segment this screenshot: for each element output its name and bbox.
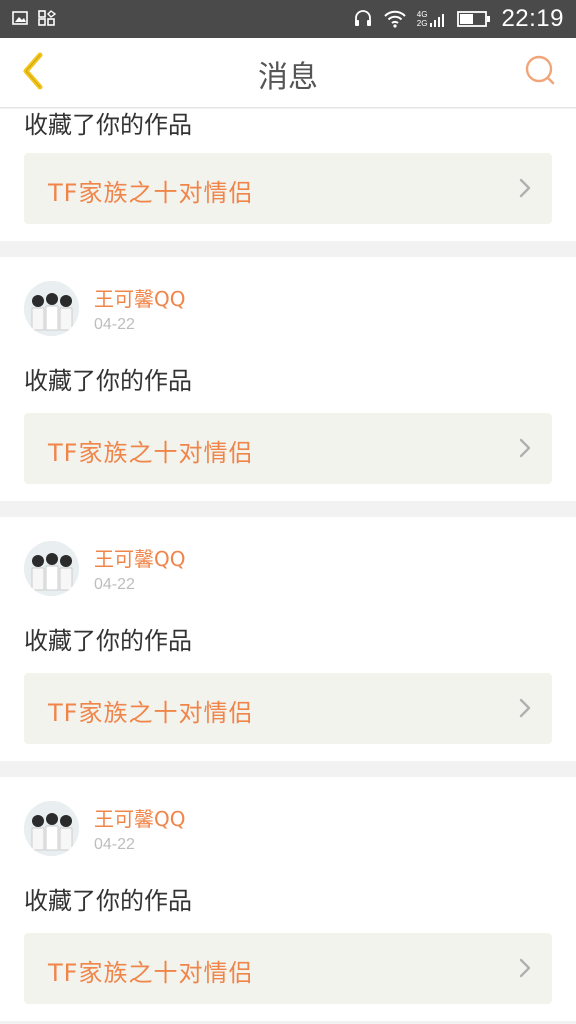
action-text: 收藏了你的作品 <box>24 627 192 655</box>
signal-icon: 4G 2G <box>417 10 448 28</box>
user-name[interactable]: 王可馨QQ <box>94 543 185 572</box>
chevron-right-icon <box>518 177 532 203</box>
page-title: 消息 <box>258 60 318 95</box>
battery-icon <box>457 10 491 28</box>
work-link[interactable]: TF家族之十对情侣 <box>24 673 552 744</box>
user-name[interactable]: 王可馨QQ <box>94 283 185 312</box>
image-icon <box>12 11 28 25</box>
chevron-right-icon <box>518 697 532 723</box>
avatar[interactable] <box>24 541 79 596</box>
apps-icon <box>38 10 56 26</box>
timestamp: 04-22 <box>94 836 135 853</box>
headphones-icon <box>353 9 373 29</box>
work-link[interactable]: TF家族之十对情侣 <box>24 153 552 224</box>
search-icon <box>524 54 556 90</box>
network-top-label: 4G <box>416 10 428 19</box>
work-link[interactable]: TF家族之十对情侣 <box>24 413 552 484</box>
chevron-right-icon <box>518 437 532 463</box>
work-title: TF家族之十对情侣 <box>48 699 254 727</box>
avatar[interactable] <box>24 801 79 856</box>
status-bar: 4G 2G 22:19 <box>0 0 576 38</box>
action-text: 收藏了你的作品 <box>24 887 192 915</box>
work-title: TF家族之十对情侣 <box>48 439 254 467</box>
app-header: 消息 <box>0 38 576 108</box>
user-name[interactable]: 王可馨QQ <box>94 803 185 832</box>
notification-card: 王可馨QQ 04-22 收藏了你的作品 TF家族之十对情侣 <box>0 777 576 1021</box>
notification-card: 收藏了你的作品 TF家族之十对情侣 <box>0 109 576 241</box>
notification-card: 王可馨QQ 04-22 收藏了你的作品 TF家族之十对情侣 <box>0 517 576 761</box>
network-bottom-label: 2G <box>416 19 428 28</box>
work-title: TF家族之十对情侣 <box>48 959 254 987</box>
timestamp: 04-22 <box>94 576 135 593</box>
chevron-right-icon <box>518 957 532 983</box>
notification-card: 王可馨QQ 04-22 收藏了你的作品 TF家族之十对情侣 <box>0 257 576 501</box>
search-button[interactable] <box>520 52 560 92</box>
clock: 22:19 <box>501 5 564 32</box>
avatar[interactable] <box>24 281 79 336</box>
timestamp: 04-22 <box>94 316 135 333</box>
notification-feed[interactable]: 收藏了你的作品 TF家族之十对情侣 王可馨QQ 04-22 收藏了你的作品 TF… <box>0 109 576 1024</box>
work-title: TF家族之十对情侣 <box>48 179 254 207</box>
action-text: 收藏了你的作品 <box>24 367 192 395</box>
action-text: 收藏了你的作品 <box>24 111 192 139</box>
wifi-icon <box>383 9 407 29</box>
work-link[interactable]: TF家族之十对情侣 <box>24 933 552 1004</box>
